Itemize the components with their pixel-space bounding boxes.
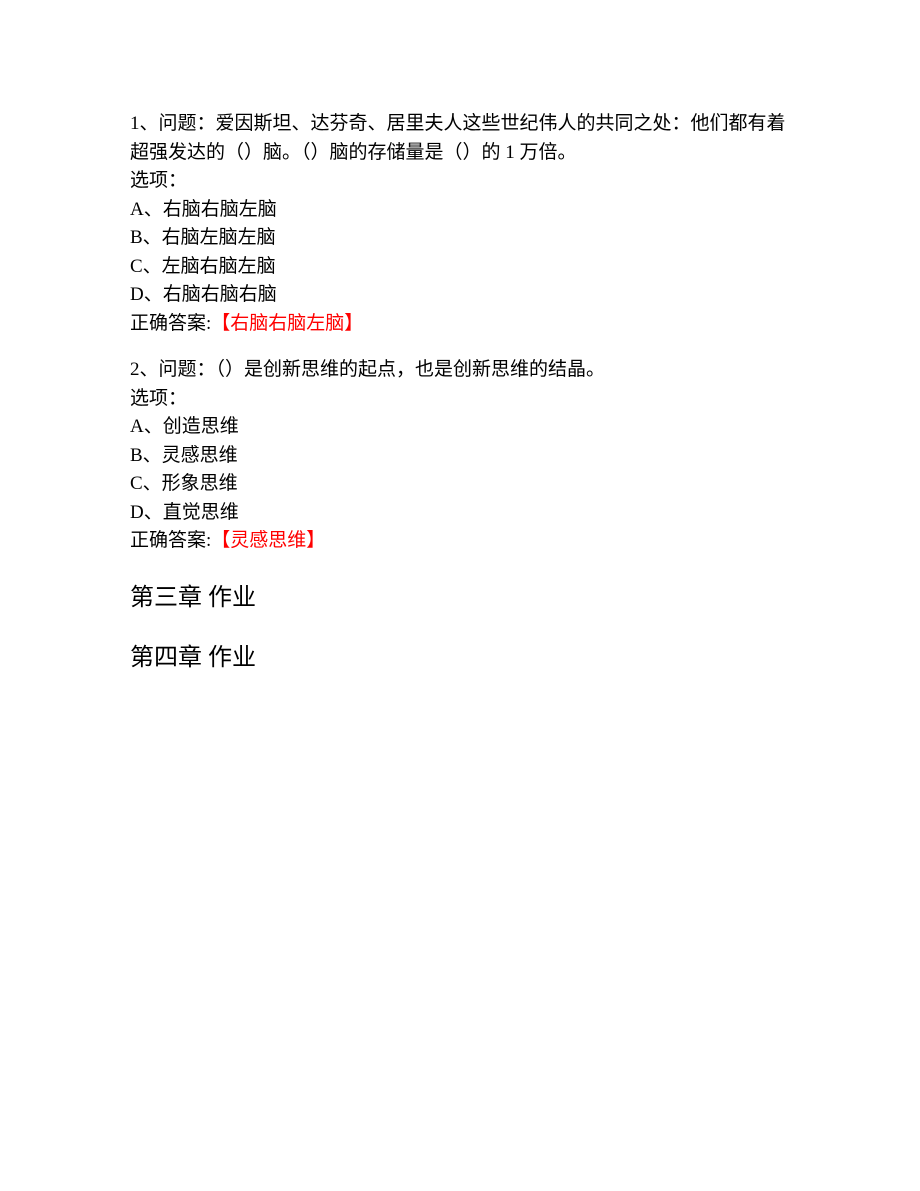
options-label: 选项： bbox=[130, 167, 800, 196]
options-label: 选项： bbox=[130, 385, 800, 414]
question-prompt: 1、问题：爱因斯坦、达芬奇、居里夫人这些世纪伟人的共同之处：他们都有着超强发达的… bbox=[130, 110, 800, 167]
section-heading-3: 第三章 作业 bbox=[130, 580, 800, 616]
answer-line: 正确答案:【灵感思维】 bbox=[130, 527, 800, 556]
option-c: C、左脑右脑左脑 bbox=[130, 253, 800, 282]
answer-value: 【右脑右脑左脑】 bbox=[211, 313, 363, 334]
answer-label: 正确答案: bbox=[130, 313, 211, 334]
question-block-1: 1、问题：爱因斯坦、达芬奇、居里夫人这些世纪伟人的共同之处：他们都有着超强发达的… bbox=[130, 110, 800, 338]
answer-value: 【灵感思维】 bbox=[211, 530, 325, 551]
option-d: D、右脑右脑右脑 bbox=[130, 281, 800, 310]
option-a: A、右脑右脑左脑 bbox=[130, 196, 800, 225]
option-a: A、创造思维 bbox=[130, 413, 800, 442]
question-prompt: 2、问题：（）是创新思维的起点，也是创新思维的结晶。 bbox=[130, 356, 800, 385]
option-c: C、形象思维 bbox=[130, 470, 800, 499]
answer-line: 正确答案:【右脑右脑左脑】 bbox=[130, 310, 800, 339]
section-heading-4: 第四章 作业 bbox=[130, 640, 800, 676]
option-b: B、右脑左脑左脑 bbox=[130, 224, 800, 253]
document-page: 1、问题：爱因斯坦、达芬奇、居里夫人这些世纪伟人的共同之处：他们都有着超强发达的… bbox=[0, 0, 920, 676]
option-b: B、灵感思维 bbox=[130, 442, 800, 471]
question-block-2: 2、问题：（）是创新思维的起点，也是创新思维的结晶。 选项： A、创造思维 B、… bbox=[130, 356, 800, 556]
option-d: D、直觉思维 bbox=[130, 499, 800, 528]
answer-label: 正确答案: bbox=[130, 530, 211, 551]
